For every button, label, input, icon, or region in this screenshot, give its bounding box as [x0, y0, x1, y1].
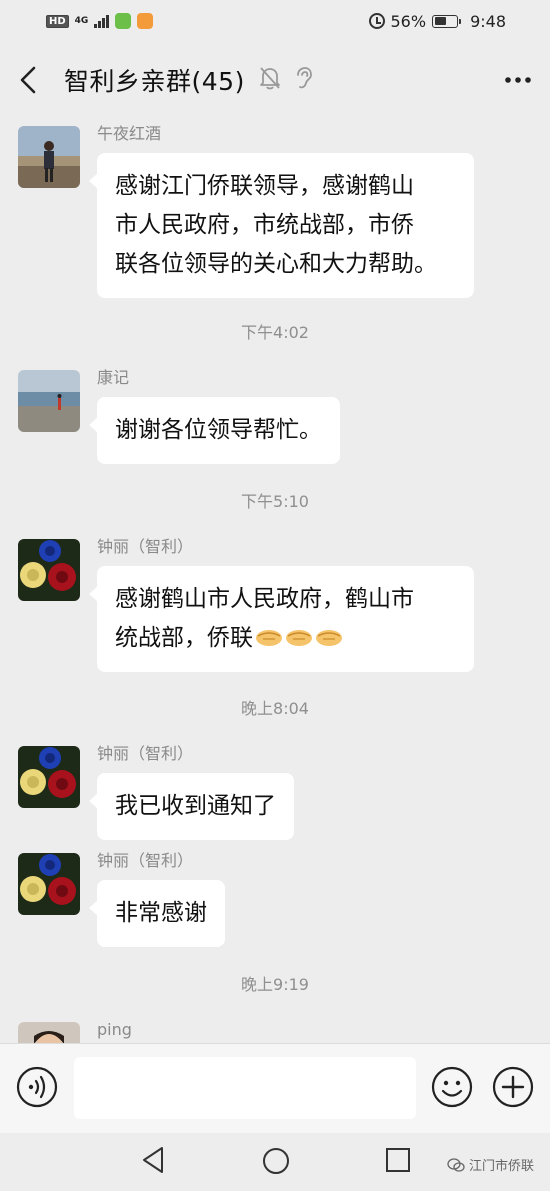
avatar[interactable] [18, 370, 80, 432]
avatar[interactable] [18, 126, 80, 188]
chat-header: 智利乡亲群(45) [0, 42, 550, 118]
message-bubble[interactable]: 我已收到通知了 [89, 773, 294, 840]
sender-name: ping [97, 1020, 132, 1039]
alarm-icon [368, 13, 385, 29]
message-item: ping [18, 1020, 132, 1043]
signal-icon [94, 14, 110, 28]
system-nav-bar: 江门市侨联 [0, 1133, 550, 1191]
network-type: 4G [74, 15, 89, 26]
message-line: 市人民政府，市统战部，市侨 [115, 212, 414, 238]
video-notification-icon [137, 13, 154, 29]
message-item: 钟丽（智利） 我已收到通知了 [18, 744, 294, 840]
nav-home-icon[interactable] [262, 1147, 290, 1175]
back-icon[interactable] [18, 60, 54, 100]
message-line: 谢谢各位领导帮忙。 [115, 417, 322, 443]
clock: 9:48 [470, 11, 506, 31]
chat-title: 智利乡亲群(45) [64, 67, 245, 96]
emoji-icon[interactable] [431, 1066, 473, 1108]
plus-icon[interactable] [492, 1066, 534, 1108]
ear-icon [293, 66, 313, 94]
message-bubble[interactable]: 感谢鹤山市人民政府，鹤山市 统战部，侨联 [89, 566, 474, 672]
message-list[interactable]: 午夜红酒 感谢江门侨联领导，感谢鹤山 市人民政府，市统战部，市侨 联各位领导的关… [0, 118, 550, 1043]
message-line: 我已收到通知了 [115, 793, 276, 819]
wechat-icon [447, 1157, 465, 1172]
hd-icon: HD [46, 14, 69, 28]
mute-icon [259, 66, 281, 94]
sender-name: 钟丽（智利） [97, 744, 194, 763]
timestamp: 晚上9:19 [241, 975, 309, 994]
battery-icon [432, 14, 462, 28]
timestamp: 下午5:10 [241, 492, 309, 511]
message-line: 联各位领导的关心和大力帮助。 [115, 251, 437, 277]
message-line: 统战部，侨联 [115, 625, 253, 651]
voice-icon[interactable] [16, 1066, 58, 1108]
message-bubble[interactable]: 感谢江门侨联领导，感谢鹤山 市人民政府，市统战部，市侨 联各位领导的关心和大力帮… [89, 153, 474, 298]
message-bubble[interactable]: 非常感谢 [89, 880, 225, 947]
input-bar [0, 1043, 550, 1133]
message-item: 钟丽（智利） 非常感谢 [18, 851, 225, 947]
battery-percent: 56% [390, 11, 427, 31]
handshake-icon [255, 622, 283, 646]
watermark: 江门市侨联 [447, 1155, 534, 1174]
message-input[interactable] [74, 1057, 416, 1119]
avatar[interactable] [18, 1022, 80, 1043]
handshake-icon [315, 622, 343, 646]
message-line: 感谢江门侨联领导，感谢鹤山 [115, 173, 414, 199]
more-icon[interactable] [496, 62, 532, 98]
nav-recent-icon[interactable] [385, 1147, 411, 1173]
app-notification-icon [115, 13, 132, 29]
message-bubble[interactable]: 谢谢各位领导帮忙。 [89, 397, 340, 464]
sender-name: 午夜红酒 [97, 124, 162, 143]
status-bar: HD 4G 56% 9:48 [0, 0, 550, 42]
timestamp: 下午4:02 [241, 323, 309, 342]
avatar[interactable] [18, 539, 80, 601]
nav-back-icon[interactable] [140, 1145, 168, 1175]
message-line: 感谢鹤山市人民政府，鹤山市 [115, 586, 414, 612]
message-item: 午夜红酒 感谢江门侨联领导，感谢鹤山 市人民政府，市统战部，市侨 联各位领导的关… [18, 124, 474, 298]
watermark-text: 江门市侨联 [468, 1159, 534, 1174]
avatar[interactable] [18, 853, 80, 915]
sender-name: 钟丽（智利） [97, 851, 194, 870]
handshake-icon [285, 622, 313, 646]
message-item: 康记 谢谢各位领导帮忙。 [18, 368, 340, 464]
avatar[interactable] [18, 746, 80, 808]
timestamp: 晚上8:04 [241, 699, 309, 718]
sender-name: 康记 [97, 368, 130, 387]
message-line: 非常感谢 [115, 900, 207, 926]
message-item: 钟丽（智利） 感谢鹤山市人民政府，鹤山市 统战部，侨联 [18, 537, 474, 672]
sender-name: 钟丽（智利） [97, 537, 194, 556]
